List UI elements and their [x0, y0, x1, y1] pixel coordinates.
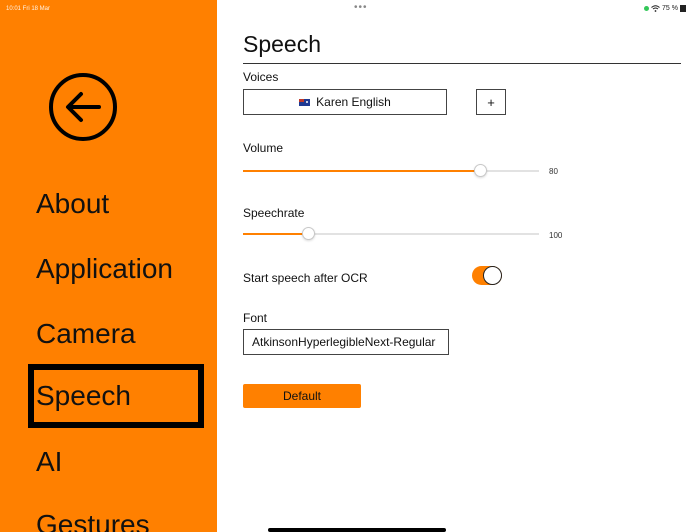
speech-settings-panel: Speech Voices Karen English + Volume 80 …: [243, 0, 690, 532]
title-divider: [243, 63, 681, 64]
home-indicator[interactable]: [268, 528, 446, 532]
slider-fill: [243, 233, 309, 235]
arrow-left-circle-icon: [66, 92, 101, 122]
toggle-knob: [483, 266, 502, 285]
volume-label: Volume: [243, 141, 284, 155]
add-voice-button[interactable]: +: [476, 89, 506, 115]
sidebar-item-application[interactable]: Application: [36, 253, 173, 285]
speechrate-label: Speechrate: [243, 206, 305, 220]
start-speech-label: Start speech after OCR: [243, 271, 368, 285]
speechrate-value: 100: [549, 231, 563, 240]
selected-voice: Karen English: [316, 95, 391, 109]
sidebar-item-speech[interactable]: Speech: [28, 364, 204, 428]
speechrate-slider[interactable]: [243, 226, 539, 242]
page-title: Speech: [243, 31, 322, 57]
slider-fill: [243, 170, 480, 172]
default-button[interactable]: Default: [243, 384, 361, 408]
slider-thumb[interactable]: [473, 164, 487, 177]
australia-flag-icon: [299, 98, 311, 106]
sidebar-item-camera[interactable]: Camera: [36, 318, 136, 350]
voices-label: Voices: [243, 70, 279, 84]
sidebar-item-gestures[interactable]: Gestures: [36, 509, 150, 532]
sidebar-item-about[interactable]: About: [36, 188, 109, 220]
sidebar: About Application Camera Speech AI Gestu…: [0, 0, 217, 532]
status-time: 10:01 Fri 18 Mar: [6, 6, 51, 12]
volume-value: 80: [549, 167, 558, 176]
slider-thumb[interactable]: [302, 227, 316, 240]
volume-slider[interactable]: [243, 163, 539, 179]
font-field[interactable]: AtkinsonHyperlegibleNext-Regular: [243, 329, 449, 355]
start-speech-toggle[interactable]: [472, 266, 502, 285]
back-button[interactable]: [49, 73, 117, 141]
font-label: Font: [243, 311, 268, 325]
sidebar-item-ai[interactable]: AI: [36, 446, 62, 478]
voice-select[interactable]: Karen English: [243, 89, 447, 115]
